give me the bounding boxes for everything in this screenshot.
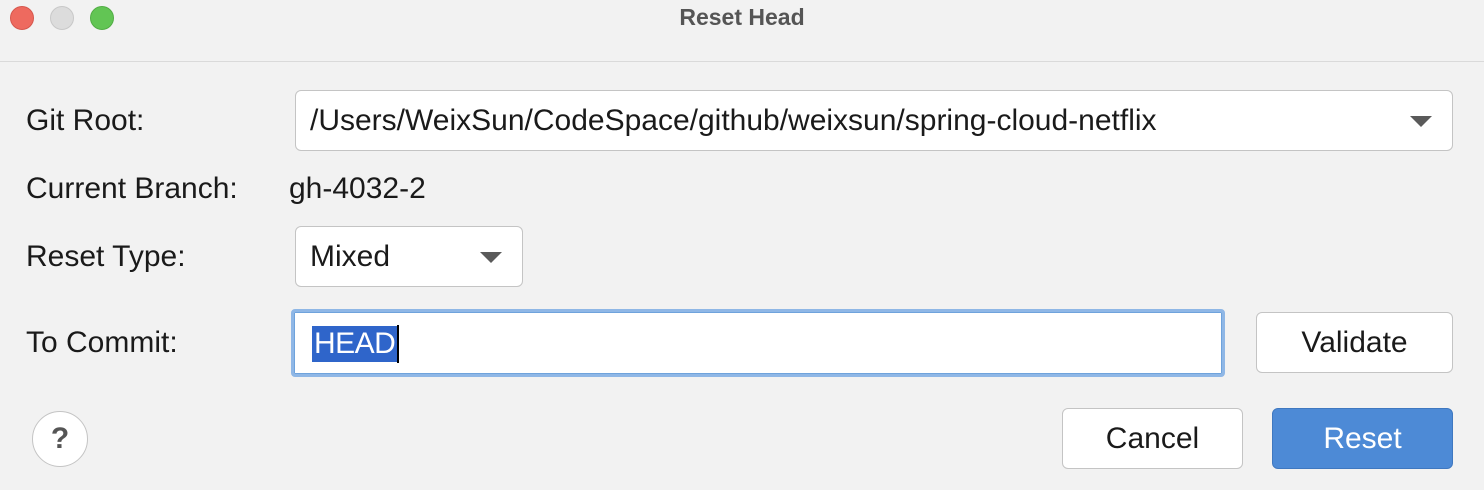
current-branch-label: Current Branch: bbox=[26, 172, 238, 205]
to-commit-label: To Commit: bbox=[26, 326, 178, 359]
help-icon[interactable]: ? bbox=[32, 411, 88, 467]
git-root-label: Git Root: bbox=[26, 104, 145, 137]
current-branch-value: gh-4032-2 bbox=[289, 172, 426, 205]
git-root-value: /Users/WeixSun/CodeSpace/github/weixsun/… bbox=[310, 103, 1157, 137]
window-title: Reset Head bbox=[679, 4, 805, 30]
cancel-button[interactable]: Cancel bbox=[1062, 408, 1243, 469]
text-caret bbox=[397, 325, 399, 363]
selected-commit-text: HEAD bbox=[312, 326, 398, 362]
validate-button[interactable]: Validate bbox=[1256, 312, 1453, 373]
reset-type-value: Mixed bbox=[310, 239, 391, 273]
reset-button[interactable]: Reset bbox=[1272, 408, 1453, 469]
reset-type-label: Reset Type: bbox=[26, 240, 186, 273]
chevron-down-icon bbox=[480, 251, 502, 263]
reset-type-dropdown[interactable]: Mixed bbox=[295, 226, 523, 287]
to-commit-input[interactable]: HEAD bbox=[291, 309, 1225, 377]
git-root-dropdown[interactable]: /Users/WeixSun/CodeSpace/github/weixsun/… bbox=[295, 90, 1453, 151]
chevron-down-icon bbox=[1410, 115, 1432, 127]
title-bar: Reset Head bbox=[0, 0, 1484, 62]
